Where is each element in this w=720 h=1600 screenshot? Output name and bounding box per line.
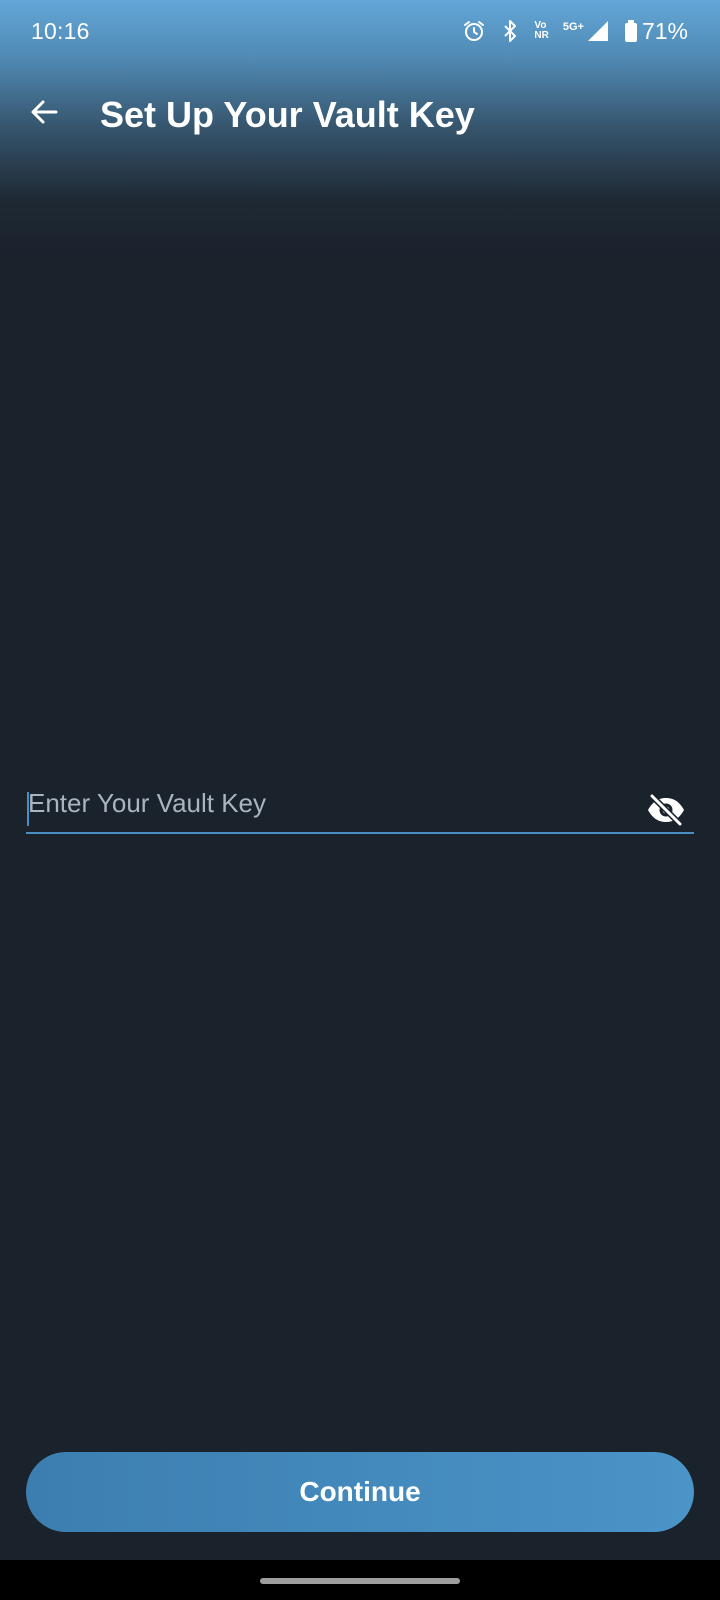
battery-icon	[624, 19, 638, 43]
battery-status: 71%	[624, 18, 688, 45]
signal-icon	[586, 19, 610, 43]
vault-key-setup-screen: 10:16 Vo NR 5G+ 71% Set Up Your Vault Ke…	[0, 0, 720, 1600]
alarm-icon	[462, 19, 486, 43]
status-bar: 10:16 Vo NR 5G+ 71%	[0, 0, 720, 64]
page-title: Set Up Your Vault Key	[100, 94, 475, 135]
volte-icon: Vo NR	[534, 20, 549, 41]
back-button[interactable]	[22, 92, 66, 136]
vault-key-field[interactable]	[26, 778, 694, 834]
navigation-bar	[0, 1560, 720, 1600]
signal-group: 5G+	[563, 19, 610, 43]
eye-off-icon	[646, 792, 686, 831]
vault-key-input[interactable]	[26, 778, 626, 828]
status-time: 10:16	[31, 18, 90, 44]
app-bar: Set Up Your Vault Key	[0, 80, 720, 152]
battery-percent: 71%	[641, 17, 688, 44]
arrow-left-icon	[29, 97, 59, 132]
bluetooth-icon	[500, 19, 520, 43]
toggle-visibility-button[interactable]	[644, 792, 688, 831]
network-type-label: 5G+	[562, 21, 584, 33]
continue-button[interactable]: Continue	[26, 1452, 694, 1532]
home-indicator[interactable]	[260, 1578, 460, 1584]
status-icons: Vo NR 5G+ 71%	[462, 16, 688, 46]
